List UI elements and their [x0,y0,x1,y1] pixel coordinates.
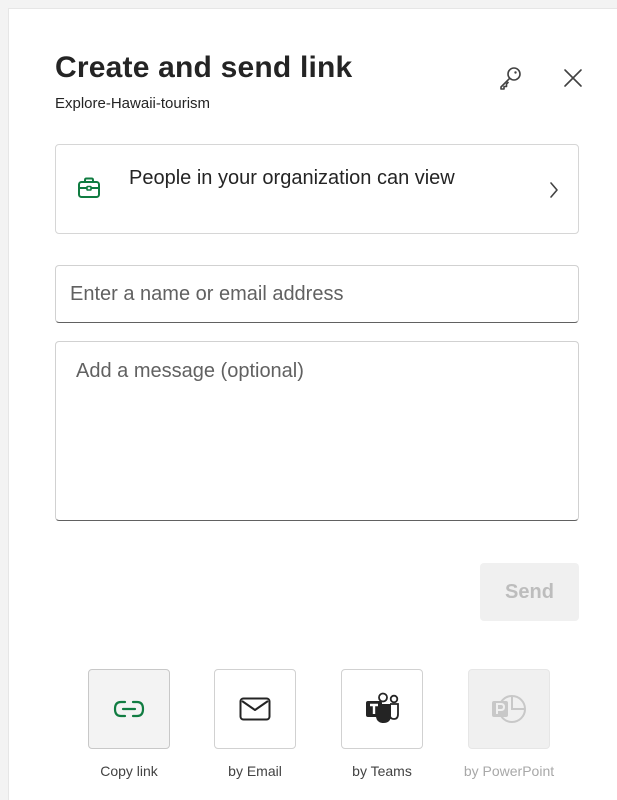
share-by-powerpoint-button[interactable] [468,669,550,749]
copy-link-label: Copy link [100,763,158,779]
share-by-teams-button[interactable] [341,669,423,749]
share-by-email-button[interactable] [214,669,296,749]
share-dialog: Create and send link Explore-Hawaii-tour… [8,8,617,800]
share-option-teams: by Teams [332,669,432,779]
powerpoint-label: by PowerPoint [463,763,555,779]
close-button[interactable] [556,61,590,95]
teams-label: by Teams [352,763,412,779]
share-option-copy-link: Copy link [79,669,179,779]
copy-link-button[interactable] [88,669,170,749]
link-permission-setting[interactable]: People in your organization can view [55,144,579,234]
key-icon [500,67,521,90]
close-icon [564,69,582,87]
teams-icon [366,692,399,723]
mail-icon [239,697,271,721]
share-option-email: by Email [205,669,305,779]
message-input[interactable] [55,341,579,521]
dialog-title: Create and send link [55,51,353,84]
dialog-subtitle: Explore-Hawaii-tourism [55,95,211,112]
powerpoint-icon [492,695,526,723]
share-option-powerpoint: by PowerPoint [459,669,559,779]
key-button[interactable] [493,61,527,95]
permission-text: People in your organization can view [129,167,455,189]
chevron-right-icon [550,182,558,198]
briefcase-icon [78,177,100,198]
send-button[interactable]: Send [480,563,579,621]
link-icon [113,700,145,718]
recipient-input[interactable] [55,265,579,323]
email-label: by Email [228,763,282,779]
